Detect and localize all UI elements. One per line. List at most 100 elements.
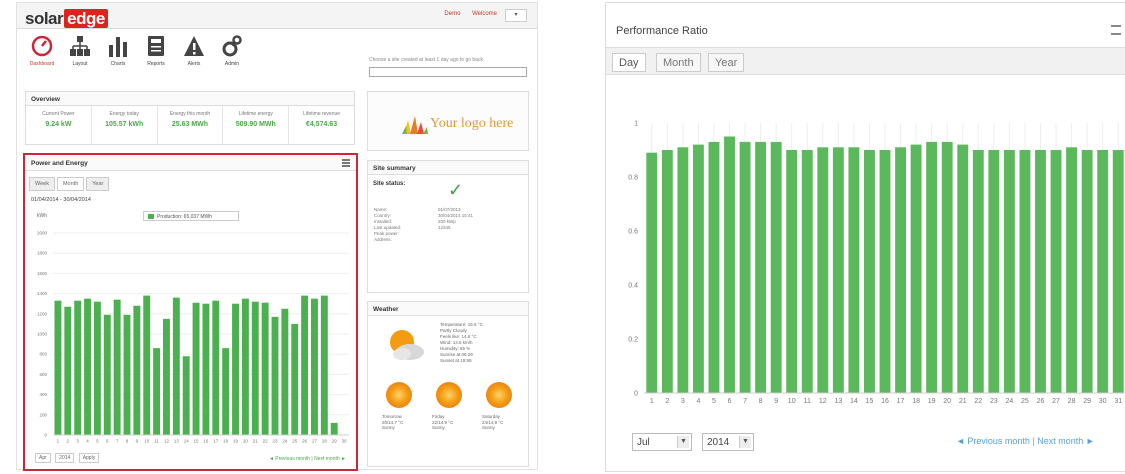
x-tick-label: 1 [57, 439, 60, 444]
weather-box: Weather Temperature: 15.6 °C Partly Clou… [367, 301, 529, 467]
month-nav-links[interactable]: ◄ Previous month | Next month ► [956, 436, 1095, 446]
demo-link[interactable]: Demo [444, 11, 460, 17]
logo-placeholder-text: Your logo here [430, 116, 514, 131]
month-select[interactable]: Apr [35, 453, 51, 463]
bar [755, 141, 767, 393]
nav-reports[interactable]: Reports [139, 35, 173, 67]
x-tick-label: 15 [194, 439, 200, 444]
bar [988, 150, 1000, 393]
y-tick-label: 200 [39, 412, 47, 417]
overview-value: 9.24 kW [45, 121, 72, 128]
x-tick-label: 28 [1068, 398, 1076, 405]
bar [1081, 150, 1093, 393]
bar [93, 301, 101, 435]
nav-admin[interactable]: Admin [215, 35, 249, 67]
bar [910, 144, 922, 393]
bar [281, 308, 289, 435]
x-tick-label: 9 [136, 439, 139, 444]
sunny-icon [386, 382, 412, 408]
weather-title: Weather [368, 302, 528, 316]
bar [864, 150, 875, 393]
nav-label: Admin [224, 61, 240, 67]
menu-icon[interactable] [1111, 25, 1121, 35]
bar [739, 141, 751, 393]
x-tick-label: 19 [233, 439, 239, 444]
month-select[interactable]: Jul ▼ [632, 433, 692, 451]
year-select-value: 2014 [707, 437, 730, 448]
performance-ratio-bar-chart: 00.20.40.60.811 2 3 4 5 6 7 8 9 10 11 12 13 14 15 16 17 1… [628, 120, 1125, 405]
tab-week[interactable]: Week [29, 177, 55, 191]
forecast-cond: Sunny [382, 425, 395, 430]
nav-dashboard[interactable]: Dashboard [25, 35, 59, 67]
overview-lifetime-revenue: Lifetime revenue €4,574.63 [289, 106, 354, 144]
logo-prefix: solar [25, 9, 64, 28]
bar [192, 302, 200, 435]
y-tick-label: 0 [634, 390, 638, 397]
tab-month[interactable]: Month [56, 177, 85, 191]
bar [724, 136, 735, 393]
power-energy-title: Power and Energy [25, 155, 356, 171]
nav-alerts[interactable]: Alerts [177, 35, 211, 67]
overview-label: Energy this month [169, 111, 211, 117]
x-tick-label: 10 [144, 439, 150, 444]
bar [646, 152, 658, 393]
summary-label: Address: [374, 237, 392, 242]
site-tip: Choose a site created at least 1 day ago… [369, 57, 483, 63]
nav-label: Dashboard [29, 61, 55, 67]
tab-year[interactable]: Year [708, 53, 745, 72]
x-tick-label: 20 [243, 439, 249, 444]
bar [271, 316, 279, 435]
tab-day[interactable]: Day [612, 53, 646, 72]
x-tick-label: 3 [681, 398, 685, 405]
bar [182, 356, 190, 435]
bar [54, 300, 62, 435]
y-tick-label: 2000 [37, 231, 48, 236]
admin-icon [222, 35, 242, 57]
overview-energy-month: Energy this month 25.63 MWh [158, 106, 224, 144]
x-tick-label: 2 [665, 398, 669, 405]
date-range: 01/04/2014 - 30/04/2014 [31, 197, 91, 203]
y-tick-label: 800 [39, 352, 47, 357]
bar [926, 141, 938, 393]
overview-value: 25.63 MWh [171, 121, 209, 128]
apply-button[interactable]: Apply [78, 453, 100, 463]
bar [133, 305, 141, 435]
bar [661, 150, 673, 393]
bar [261, 302, 269, 435]
chart-legend[interactable]: Production: 65,037 MWh [143, 211, 239, 221]
user-dropdown[interactable]: ▾ [505, 9, 527, 22]
tab-month[interactable]: Month [656, 53, 701, 72]
x-tick-label: 29 [332, 439, 338, 444]
x-tick-label: 23 [990, 398, 998, 405]
site-search-input[interactable] [369, 67, 527, 77]
nav-charts[interactable]: Charts [101, 35, 135, 67]
year-select[interactable]: 2014 ▼ [702, 433, 754, 451]
nav-layout[interactable]: Layout [63, 35, 97, 67]
bar [311, 298, 318, 435]
welcome-link[interactable]: Welcome [472, 11, 497, 17]
x-tick-label: 5 [96, 439, 99, 444]
x-tick-label: 19 [928, 398, 936, 405]
month-nav-links[interactable]: ◄ Previous month | Next month ► [269, 456, 346, 462]
production-bar-chart: 02004006008001000120014001600180020001 2 3… [37, 231, 349, 444]
tab-year[interactable]: Year [86, 177, 110, 191]
x-tick-label: 11 [804, 398, 811, 405]
x-tick-label: 14 [184, 439, 190, 444]
x-tick-label: 8 [759, 398, 763, 405]
x-tick-label: 17 [897, 398, 905, 405]
menu-icon[interactable] [342, 159, 350, 167]
bar [1066, 147, 1078, 393]
bar [123, 314, 131, 435]
month-select-value: Jul [637, 437, 650, 448]
bar [1097, 150, 1109, 393]
x-tick-label: 4 [696, 398, 700, 405]
overview-lifetime-energy: Lifetime energy 509.90 MWh [223, 106, 290, 144]
x-tick-label: 12 [819, 398, 827, 405]
x-tick-label: 9 [774, 398, 778, 405]
year-select[interactable]: 2014 [55, 453, 75, 463]
bar [241, 298, 249, 435]
logo-suffix: edge [64, 9, 108, 28]
solaredge-logo[interactable]: solar edge [25, 9, 108, 29]
chevron-down-icon: ▼ [739, 436, 751, 448]
y-tick-label: 0 [44, 433, 47, 438]
